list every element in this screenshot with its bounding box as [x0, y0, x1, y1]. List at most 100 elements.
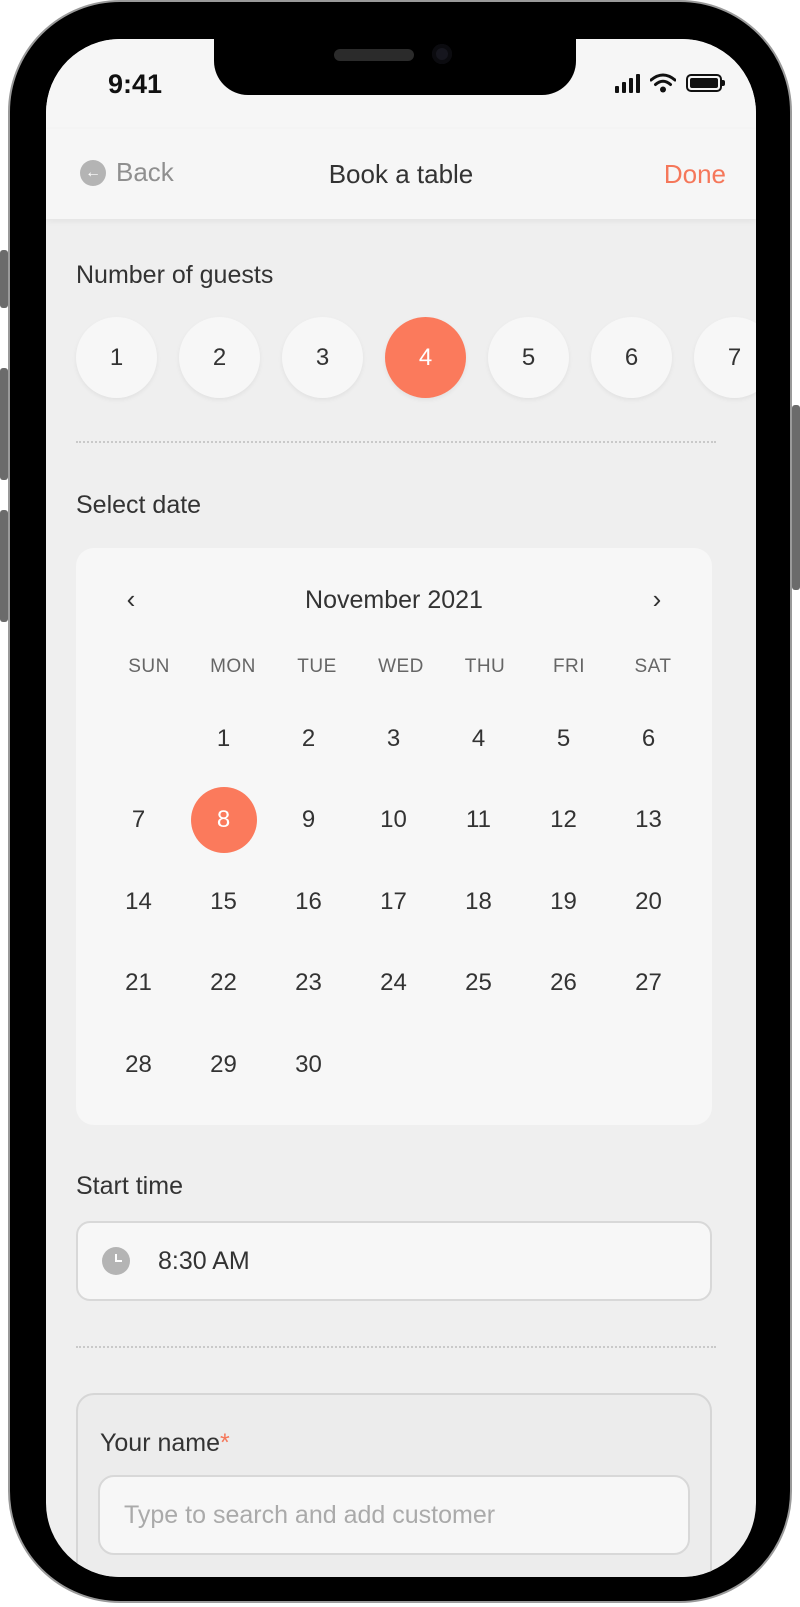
cellular-signal-icon: [615, 73, 640, 93]
calendar-day-22[interactable]: 22: [181, 943, 266, 1025]
weekday-sat: SAT: [634, 656, 672, 677]
calendar-day-1[interactable]: 1: [181, 698, 266, 780]
calendar-day-16[interactable]: 16: [266, 861, 351, 943]
calendar-day-number: 10: [380, 806, 407, 834]
calendar-day-number: 25: [465, 969, 492, 997]
calendar-day-number: 16: [295, 887, 322, 915]
status-icons: [615, 73, 725, 93]
calendar-day-21[interactable]: 21: [96, 943, 181, 1025]
calendar-day-25[interactable]: 25: [436, 943, 521, 1025]
navigation-bar: ← Back Book a table Done: [46, 129, 756, 219]
next-month-button[interactable]: ›: [642, 584, 672, 615]
guest-count-selector: 1234567: [76, 317, 756, 398]
wifi-icon: [650, 73, 676, 93]
power-button: [792, 405, 800, 590]
done-button[interactable]: Done: [664, 159, 726, 190]
calendar-day-number: 26: [550, 969, 577, 997]
app-screen: 9:41 ← Back Book a table Done Number of …: [46, 39, 756, 1577]
volume-down-button: [0, 510, 8, 622]
calendar-days-grid: 1 2 3 4 5 6 7 8 9 10 11 12 13 14 15 16 17 18 19 20 21 22 23 24 2…: [96, 698, 691, 1106]
guest-option-2[interactable]: 2: [179, 317, 260, 398]
calendar-day-30[interactable]: 30: [266, 1024, 351, 1106]
calendar-day-26[interactable]: 26: [521, 943, 606, 1025]
weekday-wed: WED: [378, 656, 424, 677]
calendar-day-7[interactable]: 7: [96, 780, 181, 862]
guests-label: Number of guests: [76, 261, 274, 289]
calendar: ‹ November 2021 › SUN MON TUE WED THU FRI SAT …: [76, 548, 712, 1125]
calendar-day-number: 24: [380, 969, 407, 997]
calendar-day-4[interactable]: 4: [436, 698, 521, 780]
start-time-field[interactable]: 8:30 AM: [76, 1221, 712, 1301]
calendar-day-2[interactable]: 2: [266, 698, 351, 780]
calendar-day-5[interactable]: 5: [521, 698, 606, 780]
calendar-day-number: 17: [380, 887, 407, 915]
calendar-day-28[interactable]: 28: [96, 1024, 181, 1106]
speaker-grille: [334, 49, 414, 61]
calendar-day-number: 13: [635, 806, 662, 834]
section-divider: [76, 441, 716, 443]
calendar-day-27[interactable]: 27: [606, 943, 691, 1025]
calendar-day-13[interactable]: 13: [606, 780, 691, 862]
calendar-day-11[interactable]: 11: [436, 780, 521, 862]
calendar-day-number: 7: [131, 806, 146, 834]
date-label: Select date: [76, 491, 202, 519]
calendar-day-15[interactable]: 15: [181, 861, 266, 943]
mute-switch: [0, 250, 8, 308]
calendar-day-number: 12: [550, 806, 577, 834]
calendar-day-number: 4: [471, 724, 486, 752]
calendar-day-number: 8: [190, 787, 257, 854]
calendar-day-number: 15: [210, 887, 237, 915]
calendar-day-24[interactable]: 24: [351, 943, 436, 1025]
customer-name-label-text: Your name: [100, 1429, 220, 1457]
calendar-day-number: 28: [125, 1050, 152, 1078]
calendar-day-20[interactable]: 20: [606, 861, 691, 943]
calendar-day-3[interactable]: 3: [351, 698, 436, 780]
calendar-day-number: 14: [125, 887, 152, 915]
calendar-day-29[interactable]: 29: [181, 1024, 266, 1106]
calendar-month-title: November 2021: [305, 586, 483, 614]
calendar-day-number: 20: [635, 887, 662, 915]
calendar-day-number: 21: [125, 969, 152, 997]
weekday-thu: THU: [464, 656, 506, 677]
battery-icon: [686, 74, 725, 92]
calendar-day-number: 5: [556, 724, 571, 752]
guest-option-4[interactable]: 4: [385, 317, 466, 398]
customer-card: Your name*: [76, 1393, 712, 1577]
calendar-day-number: 6: [641, 724, 656, 752]
front-camera: [432, 44, 452, 64]
calendar-day-18[interactable]: 18: [436, 861, 521, 943]
calendar-day-19[interactable]: 19: [521, 861, 606, 943]
calendar-day-8[interactable]: 8: [181, 780, 266, 862]
status-time: 9:41: [108, 69, 163, 99]
section-divider: [76, 1346, 716, 1348]
calendar-day-10[interactable]: 10: [351, 780, 436, 862]
calendar-day-number: 3: [386, 724, 401, 752]
calendar-day-23[interactable]: 23: [266, 943, 351, 1025]
page-title: Book a table: [328, 159, 474, 189]
customer-search-input[interactable]: [98, 1475, 690, 1555]
calendar-day-12[interactable]: 12: [521, 780, 606, 862]
guest-option-1[interactable]: 1: [76, 317, 157, 398]
calendar-day-number: 23: [295, 969, 322, 997]
calendar-day-17[interactable]: 17: [351, 861, 436, 943]
calendar-day-number: 29: [210, 1050, 237, 1078]
calendar-day-number: 2: [301, 724, 316, 752]
guest-option-3[interactable]: 3: [282, 317, 363, 398]
customer-name-label: Your name*: [100, 1429, 230, 1458]
volume-up-button: [0, 368, 8, 480]
clock-icon: [102, 1247, 130, 1275]
start-time-value: 8:30 AM: [158, 1246, 250, 1275]
weekday-fri: FRI: [552, 656, 586, 677]
calendar-day-9[interactable]: 9: [266, 780, 351, 862]
phone-frame: 9:41 ← Back Book a table Done Number of …: [8, 0, 792, 1603]
guest-option-7[interactable]: 7: [694, 317, 756, 398]
notch: [214, 39, 576, 95]
required-asterisk: *: [220, 1429, 230, 1457]
weekday-mon: MON: [210, 656, 256, 677]
calendar-day-14[interactable]: 14: [96, 861, 181, 943]
guest-option-6[interactable]: 6: [591, 317, 672, 398]
guest-option-5[interactable]: 5: [488, 317, 569, 398]
calendar-day-number: 11: [466, 806, 491, 834]
calendar-day-number: 18: [465, 887, 492, 915]
calendar-day-6[interactable]: 6: [606, 698, 691, 780]
